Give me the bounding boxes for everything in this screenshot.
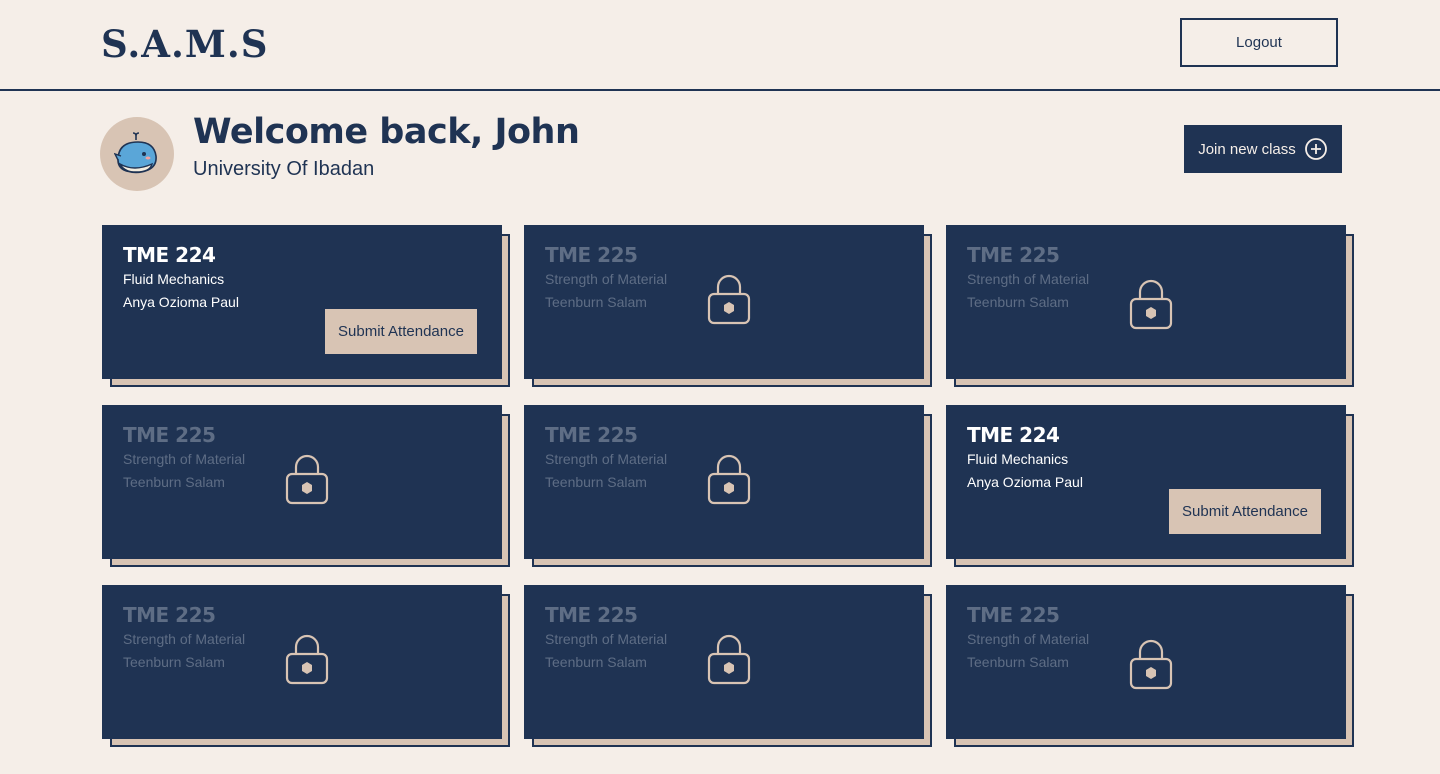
lock-icon [1129,279,1173,330]
plus-circle-icon [1304,138,1327,160]
join-class-button[interactable]: Join new class [1184,125,1342,173]
logout-button[interactable]: Logout [1180,18,1338,67]
avatar [100,117,174,191]
locked-class-card-body: TME 225 Strength of Material Teenburn Sala… [524,225,924,379]
lock-icon [707,634,751,685]
submit-attendance-button[interactable]: Submit Attendance [325,309,477,354]
lock-icon [285,454,329,505]
join-class-label: Join new class [1198,140,1296,158]
locked-class-card-body: TME 225 Strength of Material Teenburn Sala… [946,225,1346,379]
class-code: TME 225 [123,423,216,447]
class-subject: Fluid Mechanics [123,271,225,287]
class-lecturer: Teenburn Salam [967,294,1069,310]
locked-class-card-body: TME 225 Strength of Material Teenburn Sala… [946,585,1346,739]
locked-class-card-body: TME 225 Strength of Material Teenburn Sala… [102,585,502,739]
class-subject: Fluid Mechanics [967,451,1069,467]
class-card: TME 225 Strength of Material Teenburn Sala… [524,225,932,387]
welcome-heading: Welcome back, John [193,112,580,152]
class-code: TME 225 [967,243,1060,267]
class-lecturer: Teenburn Salam [123,654,225,670]
app-logo: S.A.M.S [101,22,269,66]
class-subject: Strength of Material [967,631,1090,647]
class-lecturer: Teenburn Salam [123,474,225,490]
class-lecturer: Anya Ozioma Paul [123,294,239,310]
lock-icon [707,274,751,325]
class-subject: Strength of Material [123,631,246,647]
class-code: TME 225 [123,603,216,627]
class-code: TME 224 [123,243,216,267]
class-subject: Strength of Material [123,451,246,467]
class-card: TME 225 Strength of Material Teenburn Sala… [946,225,1354,387]
lock-icon [285,634,329,685]
class-lecturer: Teenburn Salam [967,654,1069,670]
class-card: TME 225 Strength of Material Teenburn Sala… [102,585,510,747]
class-subject: Strength of Material [967,271,1090,287]
top-header: S.A.M.S Logout [0,0,1440,91]
lock-icon [1129,639,1173,690]
class-card: TME 225 Strength of Material Teenburn Sala… [524,585,932,747]
submit-attendance-button[interactable]: Submit Attendance [1169,489,1321,534]
class-lecturer: Teenburn Salam [545,474,647,490]
class-code: TME 225 [967,603,1060,627]
locked-class-card-body: TME 225 Strength of Material Teenburn Sala… [524,585,924,739]
class-lecturer: Anya Ozioma Paul [967,474,1083,490]
whale-icon [114,132,157,174]
class-subject: Strength of Material [545,451,668,467]
class-code: TME 224 [967,423,1060,447]
class-card[interactable]: TME 224 Fluid Mechanics Anya Ozioma Paul Su… [102,225,510,387]
locked-class-card-body: TME 225 Strength of Material Teenburn Sala… [524,405,924,559]
class-card[interactable]: TME 224 Fluid Mechanics Anya Ozioma Paul Su… [946,405,1354,567]
class-subject: Strength of Material [545,271,668,287]
class-subject: Strength of Material [545,631,668,647]
school-name: University Of Ibadan [193,158,375,180]
class-card-body: TME 224 Fluid Mechanics Anya Ozioma Paul Su… [946,405,1346,559]
class-code: TME 225 [545,243,638,267]
class-lecturer: Teenburn Salam [545,654,647,670]
lock-icon [707,454,751,505]
locked-class-card-body: TME 225 Strength of Material Teenburn Sala… [102,405,502,559]
class-card-body: TME 224 Fluid Mechanics Anya Ozioma Paul Su… [102,225,502,379]
class-lecturer: Teenburn Salam [545,294,647,310]
class-card: TME 225 Strength of Material Teenburn Sala… [946,585,1354,747]
class-code: TME 225 [545,423,638,447]
class-card: TME 225 Strength of Material Teenburn Sala… [524,405,932,567]
class-code: TME 225 [545,603,638,627]
class-card: TME 225 Strength of Material Teenburn Sala… [102,405,510,567]
